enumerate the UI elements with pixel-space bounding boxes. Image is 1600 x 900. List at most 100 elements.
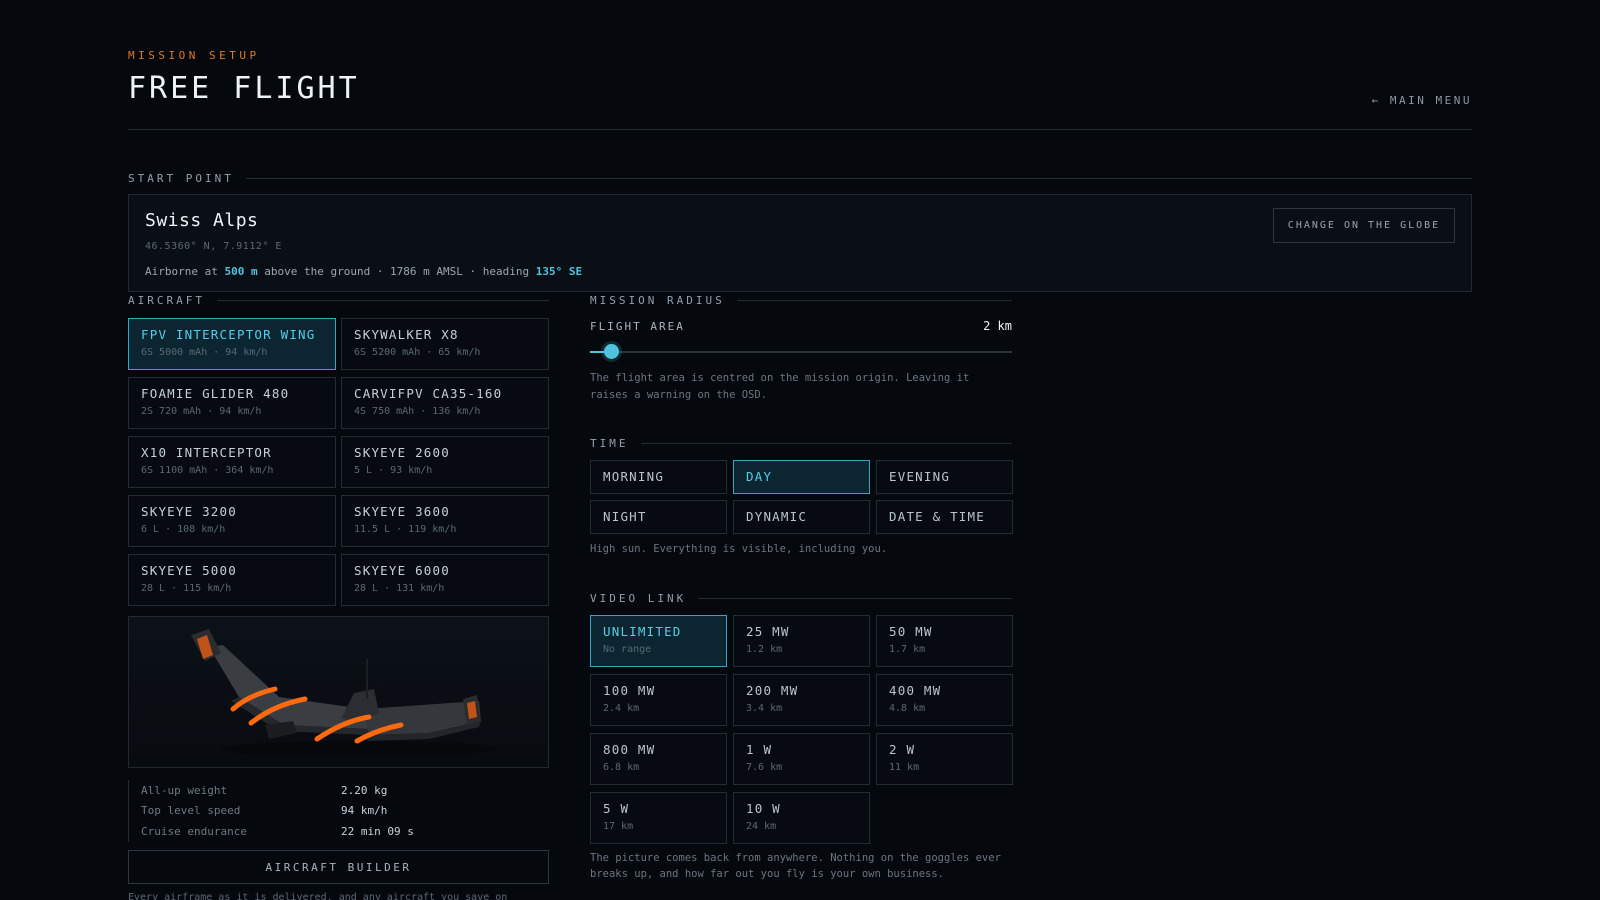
video-link-heading-label: VIDEO LINK	[590, 592, 687, 605]
flight-area-slider[interactable]	[590, 344, 1012, 359]
time-option-label: DAY	[746, 469, 773, 484]
video-link-power: 400 MW	[889, 683, 942, 698]
video-link-power: 10 W	[746, 801, 781, 816]
stat-row: Cruise endurance 22 min 09 s	[129, 821, 549, 842]
video-link-option[interactable]: 100 MW 2.4 km	[590, 674, 727, 726]
aircraft-builder-button[interactable]: AIRCRAFT BUILDER	[128, 850, 549, 884]
aircraft-spec: 6 L · 108 km/h	[141, 524, 226, 535]
video-link-power: 800 MW	[603, 742, 656, 757]
aircraft-card[interactable]: SKYEYE 3200 6 L · 108 km/h	[128, 495, 336, 547]
section-divider	[736, 300, 1012, 301]
aircraft-grid: FPV INTERCEPTOR WING 6S 5000 mAh · 94 km/…	[128, 318, 549, 606]
mission-radius-heading: MISSION RADIUS	[590, 294, 1012, 307]
video-link-range: 6.8 km	[603, 762, 640, 773]
aircraft-name: FPV INTERCEPTOR WING	[141, 327, 316, 342]
stat-value: 2.20 kg	[341, 783, 388, 797]
slider-thumb[interactable]	[604, 344, 620, 359]
time-option[interactable]: EVENING	[876, 460, 1013, 494]
time-option-label: DATE & TIME	[889, 509, 985, 524]
time-option-label: EVENING	[889, 469, 951, 484]
flight-area-note: The flight area is centred on the missio…	[590, 372, 970, 401]
aircraft-card[interactable]: SKYEYE 3600 11.5 L · 119 km/h	[341, 495, 549, 547]
time-option-label: NIGHT	[603, 509, 647, 524]
time-option-label: MORNING	[603, 469, 665, 484]
video-link-range: 2.4 km	[603, 703, 640, 714]
aircraft-name: SKYEYE 3200	[141, 504, 237, 519]
start-point-panel: Swiss Alps 46.5360° N, 7.9112° E Airborn…	[128, 194, 1472, 292]
altitude-agl: 500 m	[224, 265, 258, 278]
aircraft-card[interactable]: CARVIFPV CA35-160 4S 750 mAh · 136 km/h	[341, 377, 549, 429]
stat-row: Top level speed 94 km/h	[129, 801, 549, 822]
aircraft-card[interactable]: X10 INTERCEPTOR 6S 1100 mAh · 364 km/h	[128, 436, 336, 488]
aircraft-spec: 28 L · 115 km/h	[141, 583, 232, 594]
aircraft-card[interactable]: SKYWALKER X8 6S 5200 mAh · 65 km/h	[341, 318, 549, 370]
aircraft-card[interactable]: FPV INTERCEPTOR WING 6S 5000 mAh · 94 km/…	[128, 318, 336, 370]
video-link-option[interactable]: UNLIMITED No range	[590, 615, 727, 667]
time-heading-label: TIME	[590, 437, 629, 450]
flight-area-value: 2 km	[983, 319, 1012, 333]
video-link-option[interactable]: 200 MW 3.4 km	[733, 674, 870, 726]
airborne-mid: above the ground · 1786 m AMSL · heading	[257, 265, 536, 278]
stat-label: Top level speed	[141, 804, 241, 818]
section-divider	[698, 598, 1012, 599]
aircraft-card[interactable]: SKYEYE 2600 5 L · 93 km/h	[341, 436, 549, 488]
video-link-power: 5 W	[603, 801, 630, 816]
time-heading: TIME	[590, 437, 1012, 450]
stat-value: 22 min 09 s	[341, 824, 414, 838]
time-option[interactable]: MORNING	[590, 460, 727, 494]
stat-label: Cruise endurance	[141, 824, 247, 838]
stat-label: All-up weight	[141, 783, 228, 797]
video-link-note: The picture comes back from anywhere. No…	[590, 852, 1001, 880]
aircraft-name: FOAMIE GLIDER 480	[141, 386, 290, 401]
time-option[interactable]: DYNAMIC	[733, 500, 870, 534]
aircraft-spec: 28 L · 131 km/h	[354, 583, 445, 594]
aircraft-spec: 2S 720 mAh · 94 km/h	[141, 406, 262, 417]
aircraft-card[interactable]: FOAMIE GLIDER 480 2S 720 mAh · 94 km/h	[128, 377, 336, 429]
video-link-power: 2 W	[889, 742, 916, 757]
flight-area-label: FLIGHT AREA	[590, 320, 685, 333]
aircraft-heading: AIRCRAFT	[128, 294, 549, 307]
aircraft-card[interactable]: SKYEYE 5000 28 L · 115 km/h	[128, 554, 336, 606]
time-option[interactable]: DAY	[733, 460, 870, 494]
start-point-name: Swiss Alps	[145, 210, 259, 231]
aircraft-name: SKYEYE 5000	[141, 563, 237, 578]
section-divider	[216, 300, 549, 301]
video-link-option[interactable]: 25 MW 1.2 km	[733, 615, 870, 667]
mission-radius-heading-label: MISSION RADIUS	[590, 294, 725, 307]
video-link-power: 100 MW	[603, 683, 656, 698]
video-link-range: 17 km	[603, 821, 634, 832]
start-point-heading-label: START POINT	[128, 172, 234, 185]
time-option[interactable]: DATE & TIME	[876, 500, 1013, 534]
video-link-option[interactable]: 10 W 24 km	[733, 792, 870, 844]
aircraft-builder-note: Every airframe as it is delivered, and a…	[128, 892, 508, 900]
aircraft-name: SKYWALKER X8	[354, 327, 459, 342]
aircraft-spec: 6S 5200 mAh · 65 km/h	[354, 347, 481, 358]
video-link-option[interactable]: 800 MW 6.8 km	[590, 733, 727, 785]
start-point-airborne-info: Airborne at 500 m above the ground · 178…	[145, 265, 582, 278]
aircraft-preview	[128, 616, 549, 768]
aircraft-card[interactable]: SKYEYE 6000 28 L · 131 km/h	[341, 554, 549, 606]
stat-value: 94 km/h	[341, 804, 388, 818]
time-option[interactable]: NIGHT	[590, 500, 727, 534]
aircraft-name: CARVIFPV CA35-160	[354, 386, 503, 401]
section-divider	[245, 178, 1472, 179]
video-link-option[interactable]: 5 W 17 km	[590, 792, 727, 844]
main-menu-link[interactable]: ← MAIN MENU	[1372, 94, 1472, 107]
video-link-option[interactable]: 50 MW 1.7 km	[876, 615, 1013, 667]
section-divider	[640, 443, 1012, 444]
change-on-globe-button[interactable]: CHANGE ON THE GLOBE	[1273, 208, 1455, 243]
header-divider	[128, 129, 1472, 130]
video-link-option[interactable]: 2 W 11 km	[876, 733, 1013, 785]
video-link-range: 11 km	[889, 762, 920, 773]
aircraft-name: SKYEYE 6000	[354, 563, 450, 578]
video-link-option[interactable]: 1 W 7.6 km	[733, 733, 870, 785]
aircraft-spec: 5 L · 93 km/h	[354, 465, 433, 476]
heading-value: 135° SE	[535, 265, 583, 278]
start-point-heading: START POINT	[128, 172, 1472, 185]
aircraft-stats: All-up weight 2.20 kg Top level speed 94 km…	[128, 780, 549, 842]
video-link-heading: VIDEO LINK	[590, 592, 1012, 605]
video-link-option[interactable]: 400 MW 4.8 km	[876, 674, 1013, 726]
aircraft-name: X10 INTERCEPTOR	[141, 445, 272, 460]
video-link-power: 1 W	[746, 742, 773, 757]
video-link-power: UNLIMITED	[603, 624, 682, 639]
